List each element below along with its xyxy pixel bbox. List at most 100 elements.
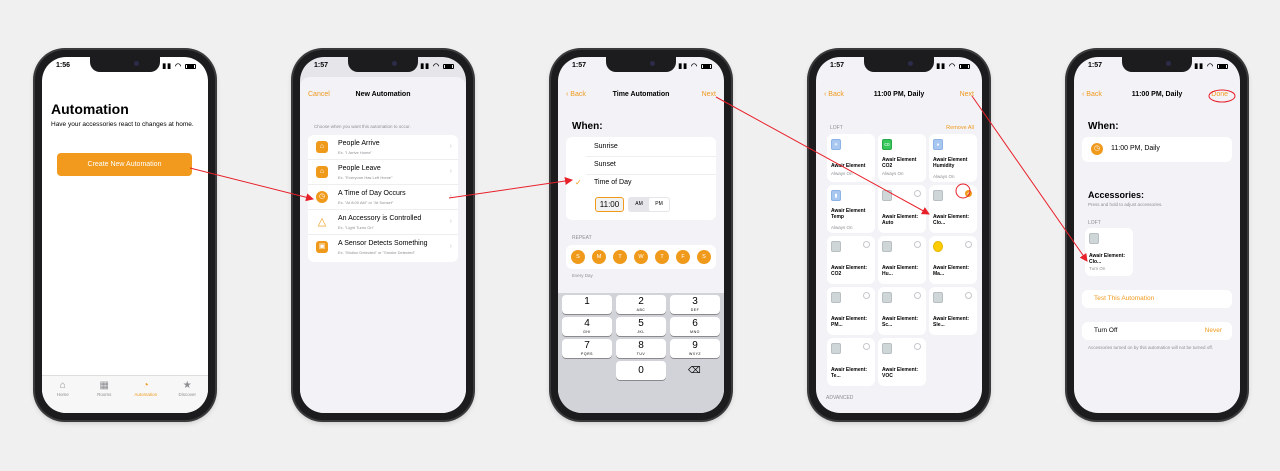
select-circle[interactable] xyxy=(914,292,921,299)
divider xyxy=(586,156,716,157)
accessory-tile[interactable]: ✳ Awair Element Always On xyxy=(827,134,875,182)
lightbulb-icon xyxy=(933,241,943,252)
time-field[interactable]: 11:00 xyxy=(595,197,624,212)
select-circle[interactable] xyxy=(914,241,921,248)
option-subtitle: Ex. "I Arrive Home" xyxy=(338,150,372,155)
day-friday[interactable]: F xyxy=(676,250,690,264)
option-time-of-day[interactable]: ◷ A Time of Day Occurs Ex. "At 8:00 AM" … xyxy=(308,185,458,210)
accessory-tile[interactable]: ▮ Awair Element Temp Always On xyxy=(827,185,875,233)
tile-name: Awair Element Temp xyxy=(831,208,866,220)
switch-icon xyxy=(882,190,892,201)
when-row[interactable]: ◷ 11:00 PM, Daily xyxy=(1082,137,1232,162)
accessory-tile[interactable]: Awair Element: Te... xyxy=(827,338,875,386)
select-circle[interactable] xyxy=(863,343,870,350)
option-title: An Accessory is Controlled xyxy=(338,215,422,222)
key-2[interactable]: 2 ABC xyxy=(616,295,666,314)
tile-name: Awair Element: Te... xyxy=(831,367,868,379)
day-tuesday[interactable]: T xyxy=(613,250,627,264)
option-sensor-detects[interactable]: ▣ A Sensor Detects Something Ex. "Motion… xyxy=(308,235,458,260)
co2-sensor-icon: co xyxy=(882,139,892,150)
turn-off-value: Never xyxy=(1204,327,1222,334)
day-thursday[interactable]: T xyxy=(655,250,669,264)
accessory-tile[interactable]: Awair Element: Ma... xyxy=(929,236,977,284)
status-time: 1:57 xyxy=(314,62,329,69)
tile-name: Awair Element Humidity xyxy=(933,157,968,169)
select-circle[interactable] xyxy=(914,343,921,350)
next-button[interactable]: Next xyxy=(960,91,974,98)
remove-all-button[interactable]: Remove All xyxy=(946,125,974,131)
pm-option[interactable]: PM xyxy=(649,198,669,211)
accessory-tile[interactable]: Awair Element: PM... xyxy=(827,287,875,335)
option-people-arrive[interactable]: ⌂ People Arrive Ex. "I Arrive Home" › xyxy=(308,135,458,160)
notch xyxy=(348,57,418,72)
phone-automation: 1:56 ▮▮ ◠ Automation Have your accessori… xyxy=(35,50,215,420)
section-header: LOFT xyxy=(1088,220,1101,226)
selected-checkmark-icon[interactable]: ✓ xyxy=(965,190,972,197)
key-8[interactable]: 8 TUV xyxy=(616,339,666,358)
select-circle[interactable] xyxy=(863,292,870,299)
notch xyxy=(864,57,934,72)
select-circle[interactable] xyxy=(965,241,972,248)
when-label: When: xyxy=(1088,121,1119,132)
accessory-tile[interactable]: Awair Element: CO2 xyxy=(827,236,875,284)
accessory-tile[interactable]: ♦ Awair Element Humidity Always On xyxy=(929,134,977,182)
am-option[interactable]: AM xyxy=(629,198,649,211)
option-sunrise[interactable]: Sunrise xyxy=(594,143,618,150)
day-sunday[interactable]: S xyxy=(571,250,585,264)
key-5[interactable]: 5 JKL xyxy=(616,317,666,336)
key-9[interactable]: 9 WXYZ xyxy=(670,339,720,358)
key-7[interactable]: 7 PQRS xyxy=(562,339,612,358)
option-time-of-day[interactable]: Time of Day xyxy=(594,179,631,186)
option-title: People Arrive xyxy=(338,140,380,147)
tab-discover[interactable]: ★ Discover xyxy=(169,380,205,413)
accessory-tile[interactable]: Awair Element: Sle... xyxy=(929,287,977,335)
accessory-tile[interactable]: Awair Element: VOC xyxy=(878,338,926,386)
create-automation-button[interactable]: Create New Automation xyxy=(57,153,192,176)
switch-icon xyxy=(882,292,892,303)
option-sunset[interactable]: Sunset xyxy=(594,161,616,168)
star-icon: ★ xyxy=(182,380,192,391)
done-button[interactable]: Done xyxy=(1211,91,1228,98)
accessory-tile[interactable]: ✓ Awair Element: Clo... xyxy=(929,185,977,233)
status-time: 1:57 xyxy=(830,62,845,69)
tile-name: Awair Element xyxy=(831,163,866,169)
house-icon: ⌂ xyxy=(59,380,66,391)
turn-off-row[interactable]: Turn Off Never xyxy=(1082,322,1232,340)
tile-name: Awair Element: Sle... xyxy=(933,316,970,328)
ampm-control: AM PM xyxy=(628,197,670,212)
accessory-tile[interactable]: Awair Element: Clo... Turn On xyxy=(1085,228,1133,276)
test-automation-label: Test This Automation xyxy=(1094,295,1155,302)
switch-icon xyxy=(882,241,892,252)
tab-rooms[interactable]: ▦ Rooms xyxy=(86,380,122,413)
select-circle[interactable] xyxy=(965,292,972,299)
select-circle[interactable] xyxy=(914,190,921,197)
select-circle[interactable] xyxy=(863,241,870,248)
key-3[interactable]: 3 DEF xyxy=(670,295,720,314)
next-button[interactable]: Next xyxy=(702,91,716,98)
key-0[interactable]: 0 xyxy=(616,361,666,380)
tab-automation[interactable]: ◔ Automation xyxy=(128,380,164,413)
day-wednesday[interactable]: W xyxy=(634,250,648,264)
accessory-tile[interactable]: Awair Element: Sc... xyxy=(878,287,926,335)
day-saturday[interactable]: S xyxy=(697,250,711,264)
tab-label: Discover xyxy=(178,392,196,397)
option-accessory-controlled[interactable]: △ An Accessory is Controlled Ex. "Light … xyxy=(308,210,458,235)
test-automation-button[interactable]: Test This Automation xyxy=(1082,290,1232,308)
tab-home[interactable]: ⌂ Home xyxy=(45,380,81,413)
accessory-tile[interactable]: co Awair Element CO2 Always On xyxy=(878,134,926,182)
key-4[interactable]: 4 GHI xyxy=(562,317,612,336)
key-6[interactable]: 6 MNO xyxy=(670,317,720,336)
delete-key-icon[interactable]: ⌫ xyxy=(688,365,701,376)
accessory-tile[interactable]: Awair Element: Auto xyxy=(878,185,926,233)
turn-off-label: Turn Off xyxy=(1094,327,1118,334)
when-options: Sunrise Sunset ✓ Time of Day 11:00 AM PM xyxy=(566,137,716,220)
page-title: Automation xyxy=(51,101,129,117)
chevron-right-icon: › xyxy=(449,218,452,225)
tile-status: Always On xyxy=(933,174,955,179)
option-people-leave[interactable]: ⌂ People Leave Ex. "Everyone Has Left Ho… xyxy=(308,160,458,185)
day-row: S M T W T F S xyxy=(571,250,711,264)
accessory-tile[interactable]: Awair Element: Hu... xyxy=(878,236,926,284)
key-1[interactable]: 1 xyxy=(562,295,612,314)
day-monday[interactable]: M xyxy=(592,250,606,264)
status-time: 1:57 xyxy=(572,62,587,69)
